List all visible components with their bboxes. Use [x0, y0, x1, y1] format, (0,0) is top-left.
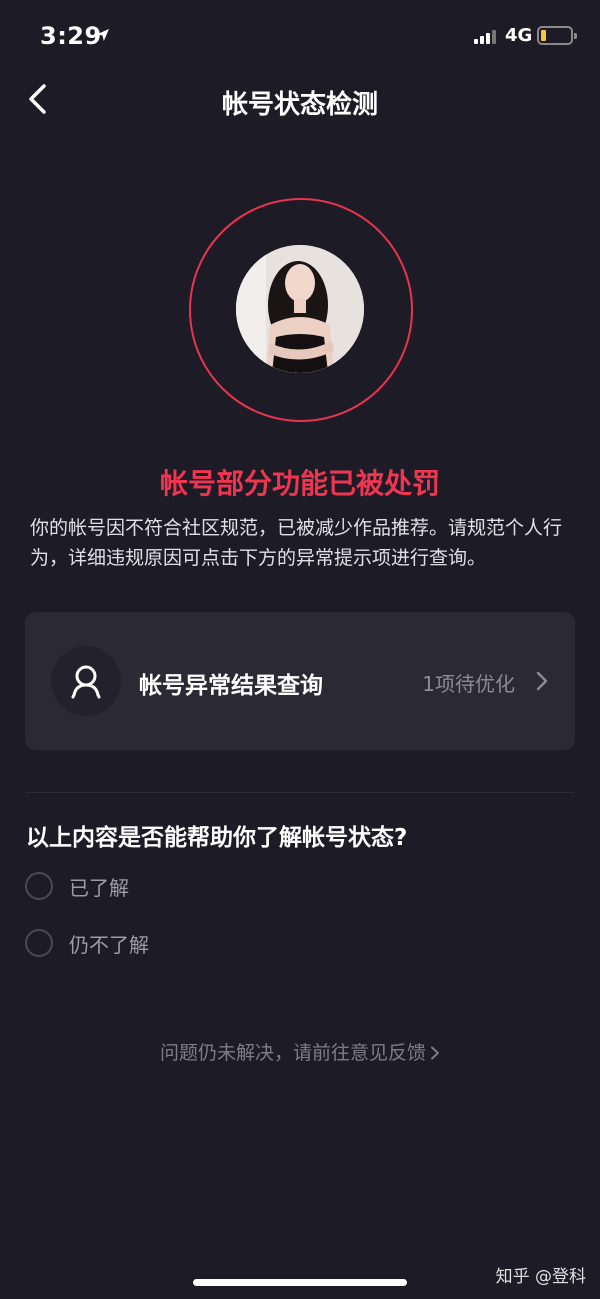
- radio-button[interactable]: [25, 929, 53, 957]
- network-label: 4G: [505, 25, 533, 46]
- chevron-right-icon: [431, 1046, 439, 1060]
- option-still-unclear[interactable]: 仍不了解: [25, 927, 175, 961]
- battery-low-icon: [537, 26, 577, 45]
- option-label: 已了解: [69, 876, 129, 900]
- feedback-label: 问题仍未解决，请前往意见反馈: [159, 1042, 426, 1064]
- option-label: 仍不了解: [69, 933, 149, 957]
- home-indicator[interactable]: [193, 1279, 407, 1286]
- card-title: 帐号异常结果查询: [139, 673, 323, 699]
- watermark: 知乎 @登科: [495, 1267, 586, 1287]
- avatar-photo: [236, 245, 364, 373]
- survey-question: 以上内容是否能帮助你了解帐号状态?: [26, 825, 408, 851]
- screen: 3:29 4G 帐号状态检测 帐号部分功能已被处罚 你的帐号因不符合社区规范，已…: [0, 0, 600, 1299]
- location-arrow-icon: [97, 29, 109, 41]
- chevron-right-icon: [536, 671, 548, 691]
- avatar: [236, 245, 364, 373]
- card-status: 1项待优化: [422, 672, 515, 696]
- user-outline-icon: [71, 665, 101, 699]
- status-time: 3:29: [40, 22, 102, 50]
- page-title: 帐号状态检测: [221, 90, 378, 120]
- penalty-description: 你的帐号因不符合社区规范，已被减少作品推荐。请规范个人行为，详细违规原因可点击下…: [30, 517, 563, 569]
- status-bar: 3:29 4G: [0, 0, 600, 72]
- account-anomaly-query-card[interactable]: 帐号异常结果查询 1项待优化: [25, 612, 575, 750]
- card-icon-container: [51, 646, 121, 716]
- feedback-link[interactable]: 问题仍未解决，请前往意见反馈: [0, 1038, 600, 1065]
- penalty-title: 帐号部分功能已被处罚: [159, 467, 440, 500]
- radio-button[interactable]: [25, 872, 53, 900]
- cellular-signal-icon: [474, 30, 496, 44]
- divider: [25, 792, 575, 793]
- option-understood[interactable]: 已了解: [25, 870, 165, 904]
